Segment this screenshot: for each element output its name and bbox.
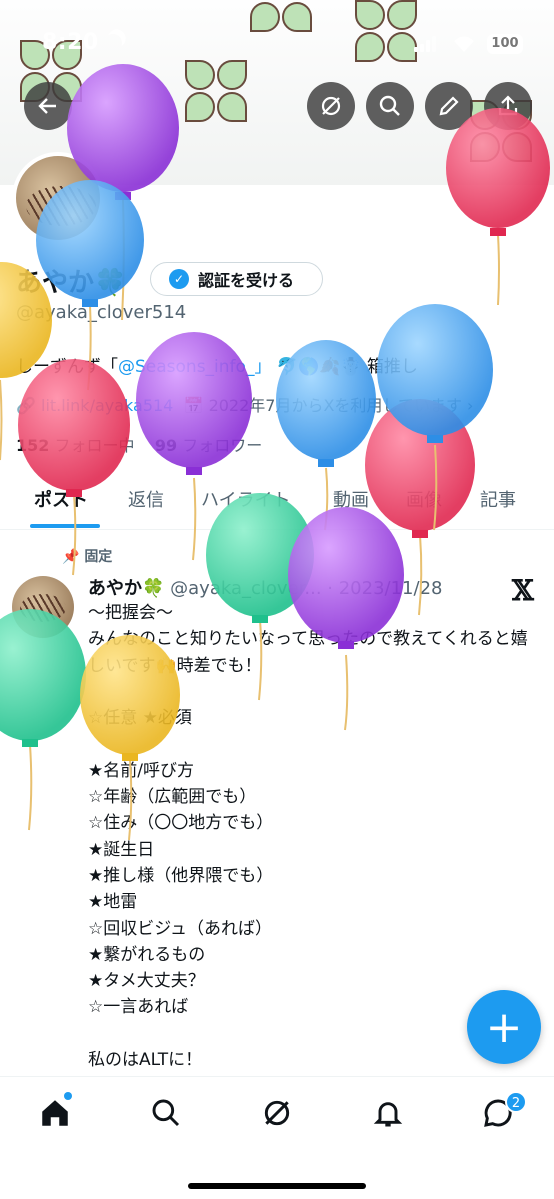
share-icon	[498, 95, 518, 116]
profile-tabs: ポスト 返信 ハイライト 動画 画像 記事	[0, 474, 554, 530]
search-icon	[379, 95, 400, 116]
tab-posts[interactable]: ポスト	[34, 486, 88, 512]
messages-badge: 2	[505, 1091, 527, 1113]
bio-mention-link[interactable]: @Seasons_info_」	[118, 357, 271, 377]
following-label[interactable]: フォロー中	[55, 436, 135, 455]
clover-emoji: 🍀	[94, 268, 127, 298]
post-handle-date: @ayaka_clover... · 2023/11/28	[170, 578, 443, 599]
get-verified-button[interactable]: ✓ 認証を受ける	[150, 262, 323, 296]
grok-icon	[264, 1100, 290, 1126]
followers-count[interactable]: 99	[155, 436, 177, 455]
home-icon	[42, 1100, 68, 1126]
follow-stats: 152 フォロー中 99 フォロワー	[16, 432, 262, 456]
back-button[interactable]	[24, 82, 72, 130]
post-author[interactable]: あやか🍀	[88, 578, 164, 599]
battery-icon: 100	[487, 34, 523, 54]
profile-meta: 🔗 lit.link/ayaka514 📅 2022年7月からXを利用しています…	[16, 392, 473, 416]
status-bar: 8:20 100	[0, 0, 554, 88]
following-count[interactable]: 152	[16, 436, 49, 455]
edit-button[interactable]	[425, 82, 473, 130]
chevron-right-icon[interactable]: ›	[467, 396, 473, 415]
pencil-icon	[439, 96, 459, 116]
verified-badge-icon: ✓	[169, 269, 189, 289]
home-notification-dot	[64, 1092, 72, 1100]
bell-icon	[373, 1102, 403, 1127]
bio-suffix: 🐬🌎🍂☃️ 箱推し	[271, 357, 418, 377]
tab-replies[interactable]: 返信	[128, 486, 164, 512]
get-verified-label: 認証を受ける	[198, 271, 295, 290]
active-tab-indicator	[30, 524, 100, 528]
post-text[interactable]: 〜把握会〜 みんなのこと知りたいなって思ったので教えてくれると嬉しいです🙌時差で…	[88, 600, 528, 1073]
profile-handle: @ayaka_clover514	[16, 302, 187, 323]
post-avatar[interactable]	[12, 576, 74, 638]
nav-search[interactable]	[146, 1093, 186, 1133]
bio-prefix: しーずんず「	[16, 357, 118, 377]
compose-button[interactable]: +	[467, 990, 541, 1064]
tab-media[interactable]: 画像	[406, 486, 442, 512]
joined-date: 2022年7月からXを利用しています	[208, 396, 462, 415]
grok-icon	[321, 96, 341, 116]
profile-bio: しーずんず「@Seasons_info_」 🐬🌎🍂☃️ 箱推し	[16, 352, 418, 377]
back-arrow-icon	[38, 98, 56, 114]
followers-label[interactable]: フォロワー	[182, 436, 262, 455]
nav-notifications[interactable]	[368, 1093, 408, 1133]
grok-button[interactable]	[307, 82, 355, 130]
nav-grok[interactable]	[257, 1093, 297, 1133]
balloon	[0, 609, 86, 831]
profile-avatar[interactable]	[12, 152, 104, 244]
home-indicator	[188, 1183, 366, 1189]
post-header: あやか🍀 @ayaka_clover... · 2023/11/28	[88, 574, 442, 600]
search-button[interactable]	[366, 82, 414, 130]
share-button[interactable]	[484, 82, 532, 130]
clock: 8:20	[42, 30, 99, 55]
moon-icon	[101, 31, 124, 54]
tab-videos[interactable]: 動画	[333, 486, 369, 512]
tab-articles[interactable]: 記事	[480, 486, 516, 512]
link-icon: 🔗	[16, 396, 36, 415]
pinned-label: 📌 固定	[62, 546, 112, 566]
compose-plus-icon: +	[485, 1001, 523, 1053]
search-icon	[152, 1099, 180, 1127]
wifi-icon	[454, 36, 474, 52]
pinned-text: 固定	[84, 549, 113, 565]
calendar-icon: 📅	[178, 396, 204, 415]
profile-name-text: あやか	[16, 268, 95, 298]
bottom-nav: 2	[0, 1076, 554, 1199]
profile-name: あやか🍀	[16, 262, 126, 299]
profile-link[interactable]: lit.link/ayaka514	[41, 396, 173, 415]
signal-icon	[414, 36, 438, 52]
pin-icon: 📌	[62, 549, 85, 565]
tab-highlights[interactable]: ハイライト	[201, 486, 291, 512]
